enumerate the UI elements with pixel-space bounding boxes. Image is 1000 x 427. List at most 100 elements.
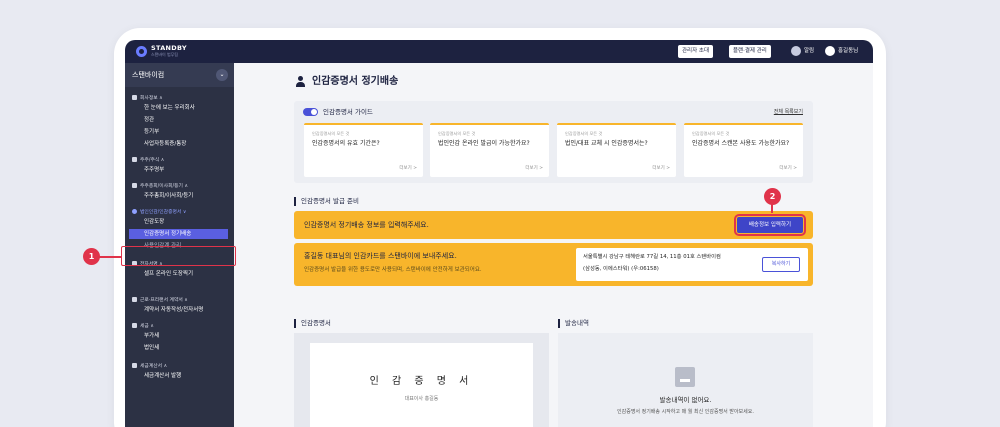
group-label: 근로·프리랜서 계약서 ∧ xyxy=(140,298,188,303)
group-label: 회사정보 ∧ xyxy=(140,96,163,101)
chart-icon xyxy=(132,157,137,162)
page-title: 인감증명서 정기배송 xyxy=(312,76,399,87)
group-label: 주주/주식 ∧ xyxy=(140,158,165,163)
app-screen: STANDBY 스탠바이 법무팀 관리자 초대 플랜·결제 관리 알림 홍길동님… xyxy=(125,40,873,427)
sidebar-item-self-stamp[interactable]: 셀프 온라인 도장찍기 xyxy=(144,269,193,279)
group-contracts[interactable]: 근로·프리랜서 계약서 ∧ xyxy=(132,295,188,304)
logo-subtext: 스탠바이 법무팀 xyxy=(151,52,179,57)
empty-box-icon xyxy=(675,367,695,387)
standby-logo[interactable]: STANDBY 스탠바이 법무팀 xyxy=(136,45,187,57)
view-all-link[interactable]: 전체 목록보기 xyxy=(774,108,803,116)
user-name[interactable]: 홍길동님 xyxy=(838,46,858,56)
badge1-leader xyxy=(99,256,121,258)
shipping-empty-desc: 인감증명서 정기배송 시작하고 매 월 최신 인감증명서 받아보세요. xyxy=(617,409,754,415)
sidebar-item-seal[interactable]: 인감도장 xyxy=(144,217,164,227)
main-content: 인감증명서 정기배송 인감증명서 가이드 전체 목록보기 인감증명서의 모든 것… xyxy=(234,63,873,427)
badge2-leader xyxy=(771,204,773,213)
guide-card[interactable]: 인감증명서의 모든 것 법인인감 온라인 발급이 가능한가요? 더보기 > xyxy=(430,123,549,177)
guide-card[interactable]: 인감증명서의 모든 것 인감증명서의 유효 기간은? 더보기 > xyxy=(304,123,423,177)
grid-icon xyxy=(132,183,137,188)
guide-card[interactable]: 인감증명서의 모든 것 인감증명서 스캔본 사용도 가능한가요? 더보기 > xyxy=(684,123,803,177)
person-icon xyxy=(132,209,137,214)
sidebar-item-business-license[interactable]: 사업자등록증/통장 xyxy=(144,139,186,149)
sidebar-item-registry[interactable]: 등기부 xyxy=(144,127,159,137)
card-more-link[interactable]: 더보기 > xyxy=(525,166,543,172)
delivery-info-text: 인감증명서 정기배송 정보를 입력해주세요. xyxy=(304,221,429,229)
step-badge-2: 2 xyxy=(764,188,781,205)
card-question: 법인인감 온라인 발급이 가능한가요? xyxy=(438,140,530,147)
prep-section-title: 인감증명서 발급 준비 xyxy=(294,197,359,206)
group-shareholders[interactable]: 주주/주식 ∧ xyxy=(132,155,164,164)
invoice-icon xyxy=(132,363,137,368)
group-tax[interactable]: 세금 ∧ xyxy=(132,321,154,330)
address-line-2: (삼성동, 이에스타워) (우:06158) xyxy=(583,266,659,272)
logo-icon xyxy=(136,45,147,57)
copy-address-button[interactable]: 복사하기 xyxy=(762,257,800,272)
top-bar: STANDBY 스탠바이 법무팀 관리자 초대 플랜·결제 관리 알림 홍길동님 xyxy=(125,40,873,63)
card-question: 인감증명서의 유효 기간은? xyxy=(312,140,380,147)
document-icon xyxy=(132,297,137,302)
card-question: 인감증명서 스캔본 사용도 가능한가요? xyxy=(692,140,790,147)
guide-title: 인감증명서 가이드 xyxy=(323,108,373,116)
seal-card-banner: 홍길동 대표님의 인감카드를 스탠바이에 보내주세요. 인감증명서 발급을 위한… xyxy=(294,243,813,286)
shipping-history-panel: 발송내역이 없어요. 인감증명서 정기배송 시작하고 매 월 최신 인감증명서 … xyxy=(558,333,813,427)
sidebar-item-meetings[interactable]: 주주총회/이사회/등기 xyxy=(144,191,193,201)
card-category: 인감증명서의 모든 것 xyxy=(312,131,350,136)
logo-wordmark: STANDBY 스탠바이 법무팀 xyxy=(151,44,187,58)
receipt-icon xyxy=(132,323,137,328)
billing-button[interactable]: 플랜·결제 관리 xyxy=(729,45,771,58)
card-more-link[interactable]: 더보기 > xyxy=(652,166,670,172)
invite-admin-button[interactable]: 관리자 초대 xyxy=(678,45,714,58)
card-category: 인감증명서의 모든 것 xyxy=(692,131,730,136)
sidebar-item-corporate-tax[interactable]: 법인세 xyxy=(144,343,159,353)
address-line-1: 서울특별시 강남구 테헤란로 77길 14, 11층 01호 스탠바이컴 xyxy=(583,254,721,260)
sidebar-item-company-overview[interactable]: 한 눈에 보는 우리회사 xyxy=(144,103,195,113)
guide-card[interactable]: 인감증명서의 모든 것 법인/대표 교체 시 인감증명서는? 더보기 > xyxy=(557,123,676,177)
sidebar-item-vat[interactable]: 부가세 xyxy=(144,331,159,341)
chevron-down-icon[interactable]: ⌄ xyxy=(216,69,228,81)
building-icon xyxy=(132,95,137,100)
group-label: 법인인감/인감증명서 ∨ xyxy=(140,210,187,215)
card-question: 법인/대표 교체 시 인감증명서는? xyxy=(565,140,648,147)
company-name: 스탠바이컴 xyxy=(132,71,165,79)
certificate-preview-panel: 인 감 증 명 서 대표이사 홍길동 xyxy=(294,333,549,427)
shipping-section-title: 발송내역 xyxy=(558,319,589,328)
card-more-link[interactable]: 더보기 > xyxy=(399,166,417,172)
logo-text: STANDBY xyxy=(151,44,187,52)
company-selector[interactable]: 스탠바이컴 ⌄ xyxy=(125,63,234,87)
enter-delivery-info-button[interactable]: 배송정보 입력하기 xyxy=(734,214,806,236)
certificate-sheet: 인 감 증 명 서 대표이사 홍길동 xyxy=(310,343,533,427)
group-label: 세금계산서 ∧ xyxy=(140,364,168,369)
group-label: 세금 ∧ xyxy=(140,324,154,329)
sidebar-item-contract-auto[interactable]: 계약서 자동작성/전자서명 xyxy=(144,305,203,315)
group-tax-invoice[interactable]: 세금계산서 ∧ xyxy=(132,361,167,370)
user-avatar-icon[interactable] xyxy=(825,46,835,56)
alarm-label[interactable]: 알림 xyxy=(804,46,814,56)
certificate-title: 인 감 증 명 서 xyxy=(369,376,474,387)
seal-card-title: 홍길동 대표님의 인감카드를 스탠바이에 보내주세요. xyxy=(304,252,457,260)
certificate-owner: 대표이사 홍길동 xyxy=(404,396,439,402)
card-more-link[interactable]: 더보기 > xyxy=(779,166,797,172)
page-header: 인감증명서 정기배송 xyxy=(295,75,398,88)
seal-card-subtext: 인감증명서 발급을 위한 용도로만 사용되며, 스탠바이에 안전하게 보관되어요… xyxy=(304,267,482,273)
shipping-empty-title: 발송내역이 없어요. xyxy=(659,396,712,404)
group-company-info[interactable]: 회사정보 ∧ xyxy=(132,93,163,102)
person-icon xyxy=(295,76,306,87)
highlight-box xyxy=(121,246,236,266)
guide-toggle[interactable] xyxy=(303,108,318,116)
group-corporate-seal[interactable]: 법인인감/인감증명서 ∨ xyxy=(132,207,186,216)
sidebar-item-articles[interactable]: 정관 xyxy=(144,115,154,125)
group-label: 주주총회/이사회/등기 ∧ xyxy=(140,184,188,189)
sidebar-item-shareholder-list[interactable]: 주주명부 xyxy=(144,165,164,175)
sidebar-item-tax-invoice[interactable]: 세금계산서 발행 xyxy=(144,371,181,381)
step-badge-1: 1 xyxy=(83,248,100,265)
guide-panel: 인감증명서 가이드 전체 목록보기 인감증명서의 모든 것 인감증명서의 유효 … xyxy=(294,101,813,183)
card-category: 인감증명서의 모든 것 xyxy=(565,131,603,136)
delivery-info-banner: 인감증명서 정기배송 정보를 입력해주세요. 배송정보 입력하기 xyxy=(294,211,813,239)
certificate-section-title: 인감증명서 xyxy=(294,319,331,328)
bell-icon[interactable] xyxy=(791,46,801,56)
sidebar-item-seal-certificate-delivery[interactable]: 인감증명서 정기배송 xyxy=(129,229,228,239)
card-category: 인감증명서의 모든 것 xyxy=(438,131,476,136)
sidebar: 스탠바이컴 ⌄ 회사정보 ∧ 한 눈에 보는 우리회사 정관 등기부 사업자등록… xyxy=(125,63,234,427)
group-meetings[interactable]: 주주총회/이사회/등기 ∧ xyxy=(132,181,188,190)
